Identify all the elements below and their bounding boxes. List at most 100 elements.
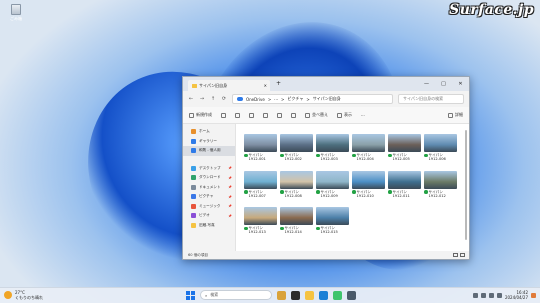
breadcrumb-pictures[interactable]: ピクチャ [287, 96, 303, 102]
file-item[interactable]: サイパン 1912-010 [352, 170, 385, 199]
rename-button[interactable] [263, 112, 268, 118]
recycle-bin-icon [11, 4, 21, 15]
address-bar[interactable]: OneDrive > ··· > ピクチャ > サイパン旧自身 [232, 94, 393, 104]
new-tab-button[interactable]: + [276, 80, 281, 87]
file-name-suffix: 1912-003 [320, 157, 338, 162]
wifi-icon[interactable] [480, 292, 486, 298]
file-name-suffix: 1912-015 [320, 230, 338, 235]
sort-icon [305, 112, 310, 118]
file-item[interactable]: サイパン 1912-007 [244, 170, 277, 199]
sidebar-item-gallery[interactable]: ギャラリー [183, 137, 235, 147]
more-options-button[interactable]: ··· [361, 113, 365, 118]
desktop-icon [191, 165, 196, 171]
photo-thumbnail [352, 134, 385, 152]
taskbar-search[interactable]: ⌕ 検索 [200, 290, 272, 300]
thumbnail-grid: サイパン 1912-001 サイパン 1912-002 サイパン 1912-003 サイパン… [244, 134, 469, 235]
command-bar: 新規作成 並べ替え 表示 ··· 詳細 [183, 107, 469, 124]
sidebar-item-pictures[interactable]: ピクチャ 📌 [183, 192, 235, 202]
sidebar-item-label: ドキュメント [199, 184, 221, 189]
details-view-icon[interactable] [453, 253, 458, 257]
sidebar-item-folder[interactable]: 旧蔵-写真 [183, 221, 235, 231]
volume-icon[interactable] [488, 292, 494, 298]
trash-icon [291, 112, 296, 118]
sidebar-item-onedrive[interactable]: 和則 - 個人用 [183, 146, 235, 156]
photo-thumbnail [316, 207, 349, 226]
file-item[interactable]: サイパン 1912-012 [424, 170, 457, 199]
new-button[interactable]: 新規作成 [189, 112, 212, 118]
file-item[interactable]: サイパン 1912-006 [424, 134, 457, 162]
file-item[interactable]: サイパン 1912-014 [280, 207, 313, 235]
sidebar-item-videos[interactable]: ビデオ 📌 [183, 211, 235, 221]
chevron-up-icon[interactable] [472, 292, 478, 298]
tab-close-icon[interactable]: ✕ [264, 83, 267, 88]
view-button[interactable]: 表示 [337, 112, 352, 118]
notification-icon[interactable] [531, 292, 536, 298]
task-view-icon[interactable] [291, 290, 300, 300]
sidebar-item-downloads[interactable]: ダウンロード 📌 [183, 173, 235, 183]
clock[interactable]: 16:42 2024/04/27 [505, 290, 528, 300]
file-item[interactable]: サイパン 1912-015 [316, 207, 349, 235]
settings-icon[interactable] [347, 290, 356, 300]
file-name-suffix: 1912-004 [356, 157, 374, 162]
refresh-button[interactable]: ⟳ [221, 96, 227, 102]
breadcrumb-current[interactable]: サイパン旧自身 [313, 96, 341, 102]
minimize-button[interactable]: — [418, 77, 435, 91]
tab-title: サイパン旧自身 [199, 82, 228, 88]
navigation-bar: ← → ↑ ⟳ OneDrive > ··· > ピクチャ > サイパン旧自身 … [183, 91, 469, 107]
breadcrumb-separator: > [267, 96, 272, 102]
file-item[interactable]: サイパン 1912-011 [388, 170, 421, 199]
clock-date: 2024/04/27 [504, 295, 528, 300]
sidebar-item-documents[interactable]: ドキュメント 📌 [183, 183, 235, 193]
watermark-brand: Surface.jp [449, 2, 534, 18]
status-bar: 60 個の項目 [183, 251, 469, 259]
search-input[interactable]: サイパン旧自身の検索 [398, 94, 464, 104]
file-item[interactable]: サイパン 1912-001 [244, 134, 277, 162]
up-button[interactable]: ↑ [210, 96, 216, 102]
desktop-recycle-bin[interactable]: ごみ箱 [7, 4, 25, 22]
copy-button[interactable] [235, 112, 240, 118]
back-button[interactable]: ← [188, 96, 194, 102]
cut-button[interactable] [221, 112, 226, 118]
explorer-tab[interactable]: サイパン旧自身 ✕ [188, 80, 270, 91]
thumbnail-view-icon[interactable] [460, 253, 465, 257]
system-tray: 16:42 2024/04/27 [472, 290, 536, 300]
edge-icon[interactable] [319, 290, 328, 300]
sidebar-item-label: 旧蔵-写真 [199, 222, 215, 227]
scrollbar[interactable] [465, 130, 467, 240]
breadcrumb-root[interactable]: OneDrive [246, 97, 265, 102]
start-button[interactable] [186, 290, 195, 300]
share-icon [277, 112, 282, 118]
file-item[interactable]: サイパン 1912-004 [352, 134, 385, 162]
video-icon [191, 213, 196, 219]
plus-icon [189, 112, 194, 118]
sidebar-item-desktop[interactable]: デスクトップ 📌 [183, 164, 235, 174]
widgets-icon[interactable] [277, 290, 286, 300]
file-item[interactable]: サイパン 1912-005 [388, 134, 421, 162]
sidebar-item-music[interactable]: ミュージック 📌 [183, 202, 235, 212]
forward-button[interactable]: → [199, 96, 205, 102]
file-item[interactable]: サイパン 1912-002 [280, 134, 313, 162]
sidebar-item-home[interactable]: ホーム [183, 127, 235, 137]
sidebar-item-label: ダウンロード [199, 175, 221, 180]
maximize-button[interactable]: □ [435, 77, 452, 91]
file-item[interactable]: サイパン 1912-003 [316, 134, 349, 162]
paste-button[interactable] [249, 112, 254, 118]
battery-icon[interactable] [496, 292, 502, 298]
breadcrumb-more[interactable]: ··· [274, 97, 278, 102]
file-item[interactable]: サイパン 1912-013 [244, 207, 277, 235]
delete-button[interactable] [291, 112, 296, 118]
store-icon[interactable] [333, 290, 342, 300]
file-explorer-icon[interactable] [305, 290, 314, 300]
file-item[interactable]: サイパン 1912-009 [316, 170, 349, 199]
sort-button[interactable]: 並べ替え [305, 112, 328, 118]
file-item[interactable]: サイパン 1912-008 [280, 170, 313, 199]
sync-status-icon [352, 190, 356, 194]
details-button[interactable]: 詳細 [448, 112, 463, 118]
photo-thumbnail [244, 170, 277, 189]
close-button[interactable]: ✕ [452, 77, 469, 91]
sync-status-icon [316, 226, 320, 231]
file-name-suffix: 1912-001 [248, 157, 266, 162]
share-button[interactable] [277, 112, 282, 118]
sidebar-item-label: ビデオ [199, 213, 210, 218]
weather-widget[interactable]: 27°C くもりのち晴れ [4, 290, 43, 300]
